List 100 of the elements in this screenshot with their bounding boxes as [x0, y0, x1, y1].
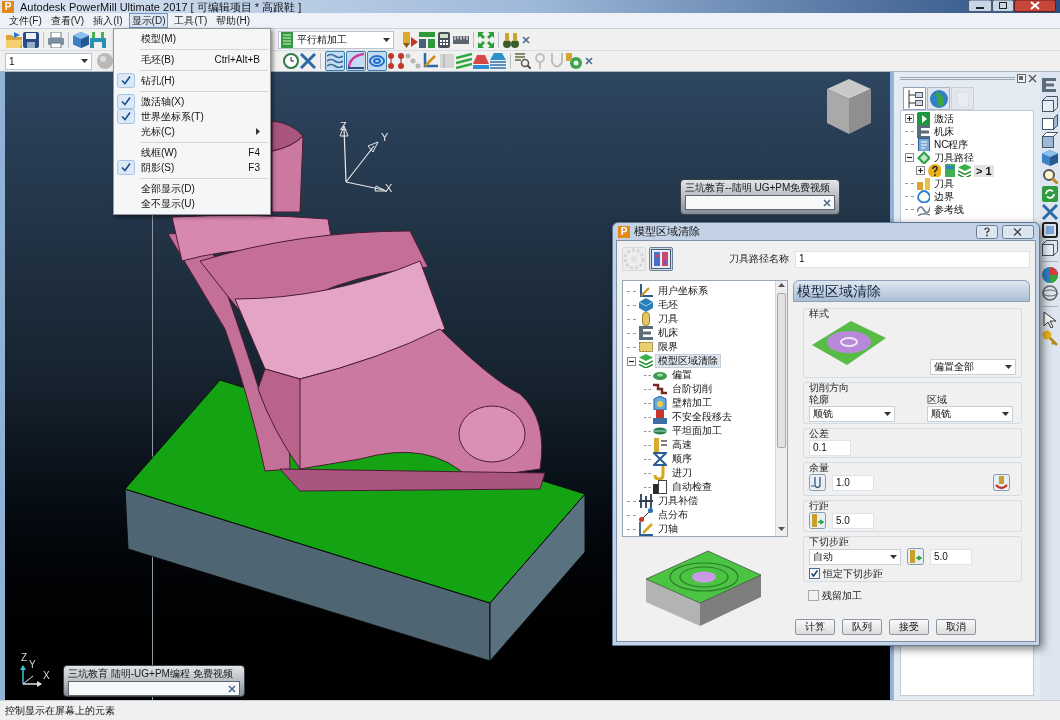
- clock-icon[interactable]: [283, 53, 299, 69]
- frame-square-icon[interactable]: [1042, 222, 1058, 238]
- tree-item[interactable]: 刀具: [933, 177, 955, 190]
- box-top-icon[interactable]: [1042, 132, 1058, 148]
- box-outline-icon[interactable]: [1042, 240, 1058, 256]
- close-icon[interactable]: [823, 198, 831, 207]
- expand-arrows-icon[interactable]: [478, 31, 494, 48]
- input-field[interactable]: [68, 681, 240, 696]
- tree-item[interactable]: 自动检查: [670, 481, 714, 493]
- tree-item[interactable]: 平坦面加工: [670, 425, 724, 437]
- close-icon[interactable]: [1028, 73, 1037, 83]
- profile-select[interactable]: 顺铣: [809, 406, 895, 422]
- tree-item[interactable]: 限界: [656, 341, 680, 353]
- style-select[interactable]: 偏置全部: [930, 359, 1016, 375]
- tree-item[interactable]: 刀轴: [656, 523, 680, 535]
- scroll-down-icon[interactable]: [778, 527, 785, 531]
- tree-item[interactable]: 刀具: [656, 313, 680, 325]
- menu-item[interactable]: 查看(V): [47, 13, 88, 28]
- toolbar-button[interactable]: [649, 247, 673, 271]
- menu-item[interactable]: 全部显示(D): [141, 182, 195, 195]
- close-icon[interactable]: [585, 57, 593, 65]
- tree-item[interactable]: 不安全段移去: [670, 411, 734, 423]
- tree-item[interactable]: 参考线: [933, 203, 965, 216]
- ring-icon[interactable]: [566, 53, 582, 69]
- magnifier-list-icon[interactable]: [515, 53, 531, 69]
- box-side-icon[interactable]: [1042, 114, 1058, 130]
- close-icon[interactable]: [522, 35, 530, 44]
- help-icon[interactable]: [976, 224, 998, 239]
- menu-item[interactable]: 激活轴(X): [141, 95, 185, 108]
- refresh-icon[interactable]: [1042, 186, 1058, 202]
- scrollbar-thumb[interactable]: [777, 293, 786, 448]
- arch-icon[interactable]: [90, 31, 106, 48]
- tree-item[interactable]: 刀具补偿: [656, 495, 700, 507]
- name-field[interactable]: 1: [795, 250, 1030, 268]
- menu-item[interactable]: 模型(M): [141, 32, 176, 45]
- tree-item[interactable]: 台阶切削: [670, 383, 714, 395]
- menu-item[interactable]: 阴影(S): [141, 161, 175, 174]
- tree-item[interactable]: 壁精加工: [670, 397, 714, 409]
- restore-icon[interactable]: [1017, 73, 1026, 83]
- area-select[interactable]: 顺铣: [927, 406, 1013, 422]
- tree-item[interactable]: 毛坯: [656, 299, 680, 311]
- pie-sphere-icon[interactable]: [1042, 267, 1058, 283]
- strategy-select[interactable]: 平行精加工: [278, 30, 394, 49]
- stepdown-field[interactable]: 5.0: [930, 548, 972, 565]
- tree-item[interactable]: 点分布: [656, 509, 690, 521]
- layout-blocks-icon[interactable]: [419, 31, 435, 48]
- tree-item[interactable]: 刀具路径: [933, 151, 975, 164]
- trapezoid-icon[interactable]: [473, 53, 489, 69]
- close-icon[interactable]: [1002, 224, 1034, 239]
- menu-item[interactable]: 线框(W): [141, 146, 178, 159]
- dialog-button[interactable]: 取消: [936, 619, 976, 635]
- stepdown-select[interactable]: 自动: [809, 548, 901, 565]
- dialog-button[interactable]: 计算: [795, 619, 835, 635]
- tool-arrow-icon[interactable]: [402, 31, 418, 48]
- four-dots-icon[interactable]: [388, 53, 404, 69]
- tool-outline-icon[interactable]: [809, 474, 826, 491]
- printer-icon[interactable]: [48, 31, 64, 48]
- cube-icon[interactable]: [1042, 150, 1058, 166]
- menu-item[interactable]: 全不显示(U): [141, 197, 195, 210]
- maximize-icon[interactable]: [992, 0, 1014, 12]
- crossed-tools-icon[interactable]: [1042, 204, 1058, 220]
- dots-icon[interactable]: [405, 53, 421, 69]
- menu-item[interactable]: 帮助(H): [213, 13, 254, 28]
- scroll-up-icon[interactable]: [778, 283, 785, 287]
- menu-item[interactable]: 毛坯(B): [141, 53, 175, 66]
- expand-icon[interactable]: [905, 114, 914, 123]
- toolpath-select[interactable]: 1: [5, 52, 92, 70]
- save-icon[interactable]: [23, 31, 39, 48]
- menu-item[interactable]: 显示(D): [128, 13, 169, 28]
- menu-item[interactable]: 世界坐标系(T): [141, 110, 204, 123]
- sphere-outline-icon[interactable]: [1042, 285, 1058, 301]
- tree-item[interactable]: 进刀: [670, 467, 694, 479]
- tree-item[interactable]: > 1: [974, 164, 994, 177]
- dialog-button[interactable]: 队列: [842, 619, 882, 635]
- tree-item[interactable]: 偏置: [670, 369, 694, 381]
- input-field[interactable]: [685, 195, 835, 210]
- stepover-field[interactable]: 5.0: [832, 512, 874, 529]
- menu-item[interactable]: 工具(T): [171, 13, 211, 28]
- tree-item[interactable]: 高速: [670, 439, 694, 451]
- checkbox[interactable]: [808, 590, 819, 601]
- view-cube-icon[interactable]: [826, 77, 872, 135]
- cube-icon[interactable]: [73, 31, 89, 48]
- close-icon[interactable]: [228, 684, 236, 693]
- crossed-tools-icon[interactable]: [300, 53, 316, 69]
- tree-item[interactable]: 用户坐标系: [656, 285, 710, 297]
- axes-icon[interactable]: [422, 53, 438, 69]
- collapse-icon[interactable]: [905, 153, 914, 162]
- tolerance-field[interactable]: 0.1: [809, 440, 851, 456]
- checkbox[interactable]: [809, 568, 820, 579]
- arrow-cursor-icon[interactable]: [1042, 312, 1058, 328]
- tree-item[interactable]: 机床: [933, 125, 955, 138]
- minimize-icon[interactable]: [968, 0, 992, 12]
- tree-item[interactable]: NC程序: [933, 138, 970, 151]
- binoculars-icon[interactable]: [503, 31, 519, 48]
- explorer-tab[interactable]: [903, 87, 926, 110]
- dialog-button[interactable]: 接受: [889, 619, 929, 635]
- menu-item[interactable]: 光标(C): [141, 125, 175, 138]
- stripes-icon[interactable]: [456, 53, 472, 69]
- tree-item[interactable]: 机床: [656, 327, 680, 339]
- tree-item[interactable]: 激活: [933, 112, 955, 125]
